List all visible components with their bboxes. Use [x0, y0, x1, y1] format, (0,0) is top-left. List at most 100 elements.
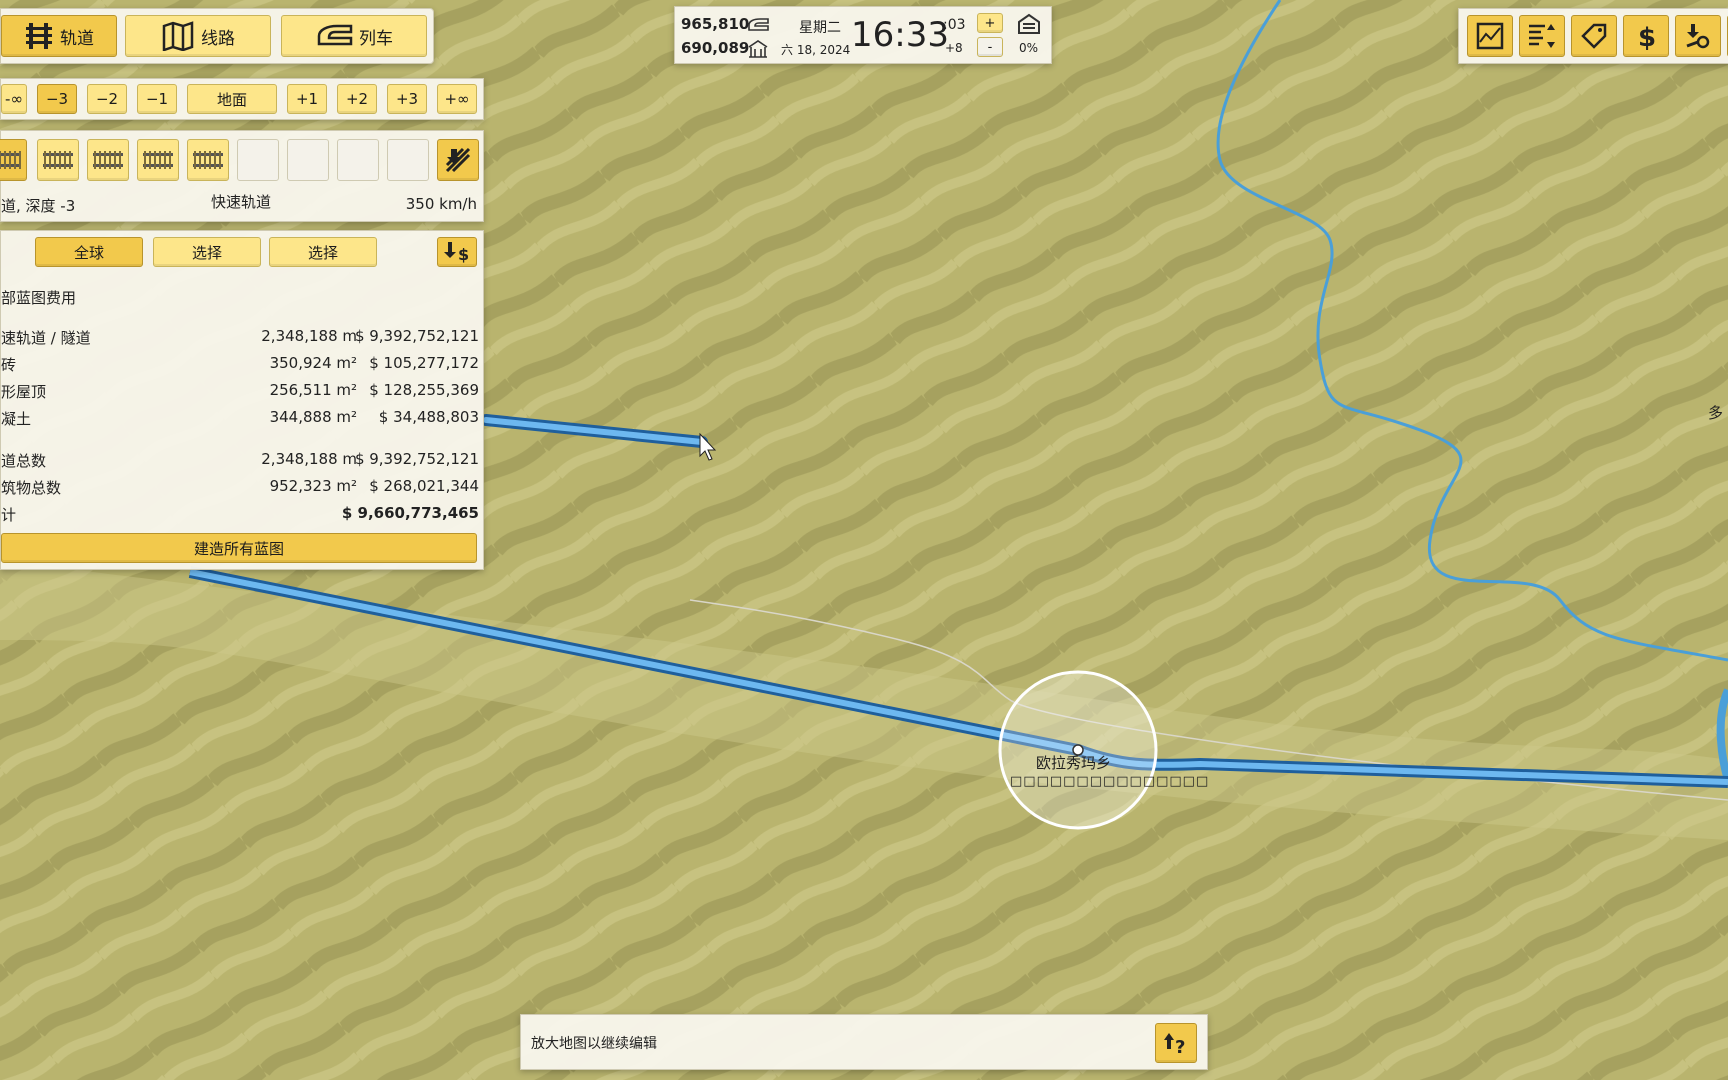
- help-icon: ?: [1164, 1033, 1185, 1057]
- cost-row-cost: $ 9,392,752,121: [354, 327, 479, 345]
- help-button[interactable]: ?: [1155, 1023, 1197, 1063]
- cost-total-label: 道总数: [1, 452, 47, 470]
- track-segment-icon: [143, 151, 173, 169]
- grand-total-label: 计: [1, 506, 17, 524]
- demolish-track-button[interactable]: [437, 139, 479, 181]
- track-type-tile-4[interactable]: [137, 139, 179, 181]
- cost-total-label: 筑物总数: [1, 479, 62, 497]
- track-segment-icon: [193, 151, 223, 169]
- clock-seconds: :03: [943, 17, 966, 33]
- key-icon: [1686, 24, 1710, 49]
- tab-routes[interactable]: 线路: [125, 15, 271, 57]
- cost-total-cost: $ 9,392,752,121: [354, 450, 479, 468]
- cost-row-quantity: 350,924 m²: [269, 354, 357, 372]
- tab-routes-label: 线路: [201, 28, 235, 49]
- track-speed: 350 km/h: [405, 195, 477, 213]
- tab-trains-label: 列车: [359, 28, 393, 49]
- cost-title: 部蓝图费用: [1, 289, 77, 307]
- tab-select-1[interactable]: 选择: [153, 237, 261, 267]
- price-tag-button[interactable]: [1571, 15, 1617, 57]
- track-segment-icon: [43, 151, 73, 169]
- depth-plus-2-button[interactable]: +2: [337, 84, 377, 114]
- track-depth-description: 道, 深度 -3: [1, 197, 76, 215]
- hint-panel: 放大地图以继续编辑 ?: [520, 1014, 1208, 1070]
- blueprint-cost-panel: 全球 选择 选择 $ 部蓝图费用 速轨道 / 隧道 2,348,188 m $ …: [0, 230, 484, 570]
- track-type-slot-empty[interactable]: [287, 139, 329, 181]
- money-icon: $: [1638, 23, 1656, 51]
- cost-row-quantity: 344,888 m²: [269, 408, 357, 426]
- track-segment-icon: [93, 151, 123, 169]
- cost-row: 形屋顶 256,511 m² $ 128,255,369: [1, 381, 485, 403]
- grand-total-row: 计 $ 9,660,773,465: [1, 504, 485, 526]
- depth-minus-3-button[interactable]: −3: [37, 84, 77, 114]
- depth-plus-1-button[interactable]: +1: [287, 84, 327, 114]
- stat-value-a: 965,810: [681, 15, 750, 33]
- tab-track[interactable]: 轨道: [1, 15, 117, 57]
- cost-row-cost: $ 34,488,803: [378, 408, 479, 426]
- demolish-track-icon: [445, 147, 471, 173]
- cost-row-quantity: 2,348,188 m: [261, 327, 357, 345]
- price-tag-icon: [1581, 23, 1607, 49]
- cost-row-cost: $ 128,255,369: [369, 381, 479, 399]
- right-toolbar: $: [1458, 8, 1728, 64]
- depth-plus-infinity-button[interactable]: +∞: [437, 84, 477, 114]
- slow-down-button[interactable]: -: [977, 37, 1003, 57]
- tab-global[interactable]: 全球: [35, 237, 143, 267]
- station-small-icon: [748, 40, 768, 58]
- track-type-tile-5[interactable]: [187, 139, 229, 181]
- station-name-label[interactable]: 欧拉秀玛乡: [1036, 752, 1111, 773]
- cost-row-quantity: 256,511 m²: [269, 381, 357, 399]
- track-segment-icon: [0, 151, 21, 169]
- train-small-icon: [748, 18, 769, 31]
- track-type-tile-1[interactable]: [0, 139, 27, 181]
- key-button[interactable]: [1675, 15, 1721, 57]
- route-map-icon: [162, 21, 194, 51]
- cost-row-cost: $ 105,277,172: [369, 354, 479, 372]
- map-overview-icon: [1476, 22, 1504, 50]
- svg-text:?: ?: [1175, 1037, 1185, 1057]
- cost-total-quantity: 952,323 m²: [269, 477, 357, 495]
- grand-total-value: $ 9,660,773,465: [341, 504, 479, 522]
- depot-percent: 0%: [1019, 41, 1039, 55]
- mode-tab-bar: 轨道 线路 列车: [0, 8, 434, 64]
- speed-up-button[interactable]: +: [977, 13, 1003, 33]
- train-icon: [317, 24, 353, 46]
- track-type-slot-empty[interactable]: [387, 139, 429, 181]
- cost-total-cost: $ 268,021,344: [369, 477, 479, 495]
- track-type-slot-empty[interactable]: [337, 139, 379, 181]
- cost-row-label: 砖: [1, 356, 17, 374]
- track-icon: [26, 23, 52, 49]
- sell-blueprint-button[interactable]: $: [437, 237, 477, 267]
- track-type-tile-2[interactable]: [37, 139, 79, 181]
- sort-list-button[interactable]: [1519, 15, 1565, 57]
- track-type-slot-empty[interactable]: [237, 139, 279, 181]
- map-overview-button[interactable]: [1467, 15, 1513, 57]
- cost-row-label: 形屋顶: [1, 383, 47, 401]
- stat-value-b: 690,089: [681, 39, 750, 57]
- finances-button[interactable]: $: [1623, 15, 1669, 57]
- date-label: 六 18, 2024: [781, 43, 851, 57]
- cost-row: 速轨道 / 隧道 2,348,188 m $ 9,392,752,121: [1, 327, 485, 349]
- cost-total-row: 筑物总数 952,323 m² $ 268,021,344: [1, 477, 485, 499]
- tab-track-label: 轨道: [60, 28, 94, 49]
- time-speed-offset: +8: [945, 41, 963, 55]
- depth-minus-1-button[interactable]: −1: [137, 84, 177, 114]
- track-type-panel: 道, 深度 -3 快速轨道 350 km/h: [0, 130, 484, 222]
- depth-ground-button[interactable]: 地面: [187, 84, 277, 114]
- build-all-blueprints-button[interactable]: 建造所有蓝图: [1, 533, 477, 563]
- cost-row-label: 速轨道 / 隧道: [1, 329, 91, 347]
- clock-time: 16:33: [851, 15, 949, 55]
- svg-text:$: $: [1638, 23, 1656, 51]
- depth-level-bar: -∞ −3 −2 −1 地面 +1 +2 +3 +∞: [0, 78, 484, 120]
- tab-select-2[interactable]: 选择: [269, 237, 377, 267]
- depth-plus-3-button[interactable]: +3: [387, 84, 427, 114]
- sort-list-icon: [1529, 24, 1555, 48]
- track-type-tile-3[interactable]: [87, 139, 129, 181]
- depth-minus-infinity-button[interactable]: -∞: [1, 84, 27, 114]
- cost-row: 砖 350,924 m² $ 105,277,172: [1, 354, 485, 376]
- cost-row: 凝土 344,888 m² $ 34,488,803: [1, 408, 485, 430]
- tab-trains[interactable]: 列车: [281, 15, 427, 57]
- depth-minus-2-button[interactable]: −2: [87, 84, 127, 114]
- depot-icon: [1018, 13, 1040, 34]
- svg-text:$: $: [458, 245, 469, 264]
